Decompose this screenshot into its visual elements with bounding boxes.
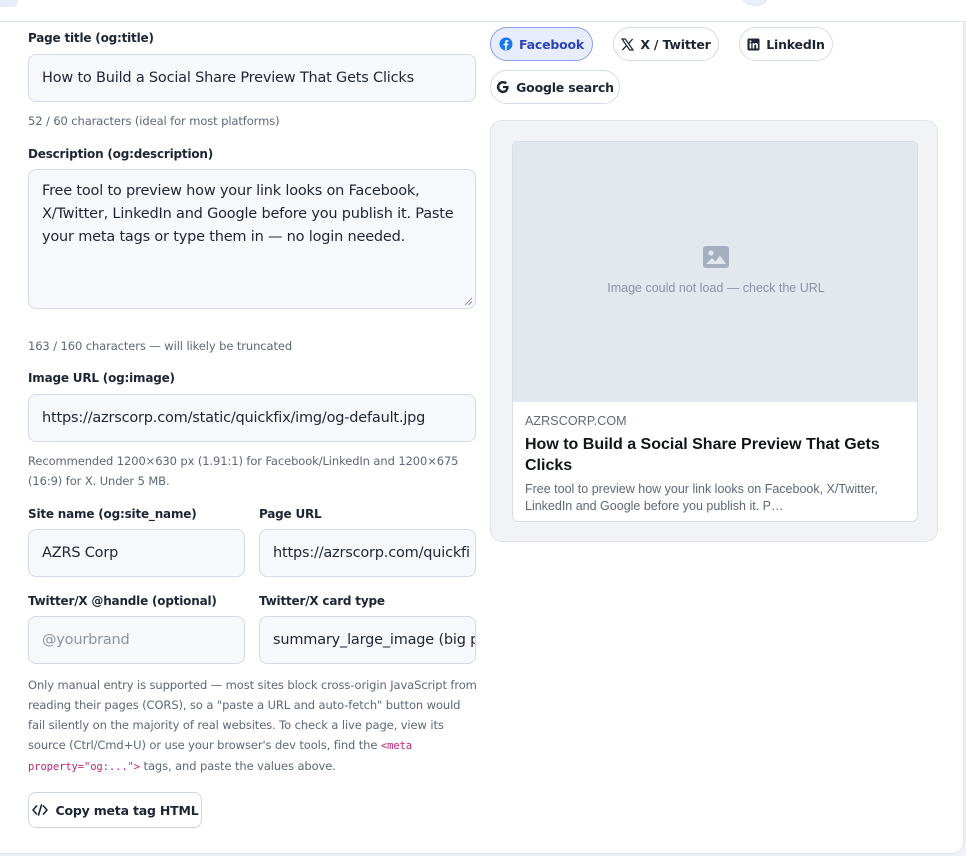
twitter-card-label: Twitter/X card type bbox=[259, 594, 385, 608]
code-icon bbox=[31, 804, 48, 816]
description-char-count: 163 / 160 characters — will likely be tr… bbox=[28, 339, 293, 353]
copy-button-label: Copy meta tag HTML bbox=[55, 802, 199, 818]
google-icon bbox=[496, 81, 509, 93]
description-label: Description (og:description) bbox=[28, 147, 214, 161]
tab-linkedin[interactable]: LinkedIn bbox=[739, 27, 833, 61]
twitter-handle-label: Twitter/X @handle (optional) bbox=[28, 594, 217, 608]
cors-note: Only manual entry is supported — most si… bbox=[28, 675, 480, 777]
twitter-card-select[interactable]: summary_large_image (big p bbox=[259, 616, 476, 664]
x-icon bbox=[621, 37, 635, 51]
tab-x-twitter[interactable]: X / Twitter bbox=[613, 27, 719, 61]
preview-title: How to Build a Social Share Preview That… bbox=[525, 436, 880, 474]
title-input[interactable]: How to Build a Social Share Preview That… bbox=[28, 54, 476, 102]
copy-meta-html-button[interactable]: Copy meta tag HTML bbox=[28, 792, 202, 828]
tab-linkedin-label: LinkedIn bbox=[766, 36, 825, 52]
tab-google-label: Google search bbox=[516, 79, 614, 95]
page-url-label: Page URL bbox=[259, 507, 322, 521]
image-error-text: Image could not load — check the URL bbox=[607, 281, 825, 295]
cors-note-text-end: tags, and paste the values above. bbox=[140, 759, 336, 773]
preview-image-placeholder: Image could not load — check the URL bbox=[513, 142, 917, 402]
facebook-preview-card[interactable]: Image could not load — check the URL AZR… bbox=[512, 141, 918, 522]
twitter-handle-input[interactable]: @yourbrand bbox=[28, 616, 245, 664]
description-text: Free tool to preview how your link looks… bbox=[42, 183, 454, 245]
title-label: Page title (og:title) bbox=[28, 31, 154, 45]
preview-body: AZRSCORP.COM How to Build a Social Share… bbox=[525, 414, 907, 515]
site-name-input[interactable]: AZRS Corp bbox=[28, 529, 245, 577]
image-size-hint: Recommended 1200×630 px (1.91:1) for Fac… bbox=[28, 454, 459, 488]
preview-description: Free tool to preview how your link looks… bbox=[525, 482, 878, 513]
title-char-count: 52 / 60 characters (ideal for most platf… bbox=[28, 114, 280, 128]
avatar[interactable] bbox=[739, 0, 771, 6]
image-url-label: Image URL (og:image) bbox=[28, 371, 175, 385]
preview-domain: AZRSCORP.COM bbox=[525, 414, 627, 428]
tab-google-search[interactable]: Google search bbox=[490, 70, 620, 104]
page-url-input[interactable]: https://azrscorp.com/quickfi bbox=[259, 529, 476, 577]
preview-panel: Image could not load — check the URL AZR… bbox=[490, 120, 938, 542]
linkedin-icon bbox=[747, 38, 760, 50]
image-url-input[interactable]: https://azrscorp.com/static/quickfix/img… bbox=[28, 394, 476, 442]
tab-facebook[interactable]: Facebook bbox=[490, 27, 593, 61]
resize-handle-icon[interactable] bbox=[464, 297, 473, 306]
top-bar bbox=[0, 0, 966, 22]
description-textarea[interactable]: Free tool to preview how your link looks… bbox=[28, 169, 476, 309]
image-icon bbox=[703, 246, 729, 268]
tab-x-twitter-label: X / Twitter bbox=[640, 36, 711, 52]
site-name-label: Site name (og:site_name) bbox=[28, 507, 197, 521]
tab-facebook-label: Facebook bbox=[519, 36, 584, 52]
logo-fragment bbox=[0, 0, 18, 7]
facebook-icon bbox=[499, 37, 513, 51]
